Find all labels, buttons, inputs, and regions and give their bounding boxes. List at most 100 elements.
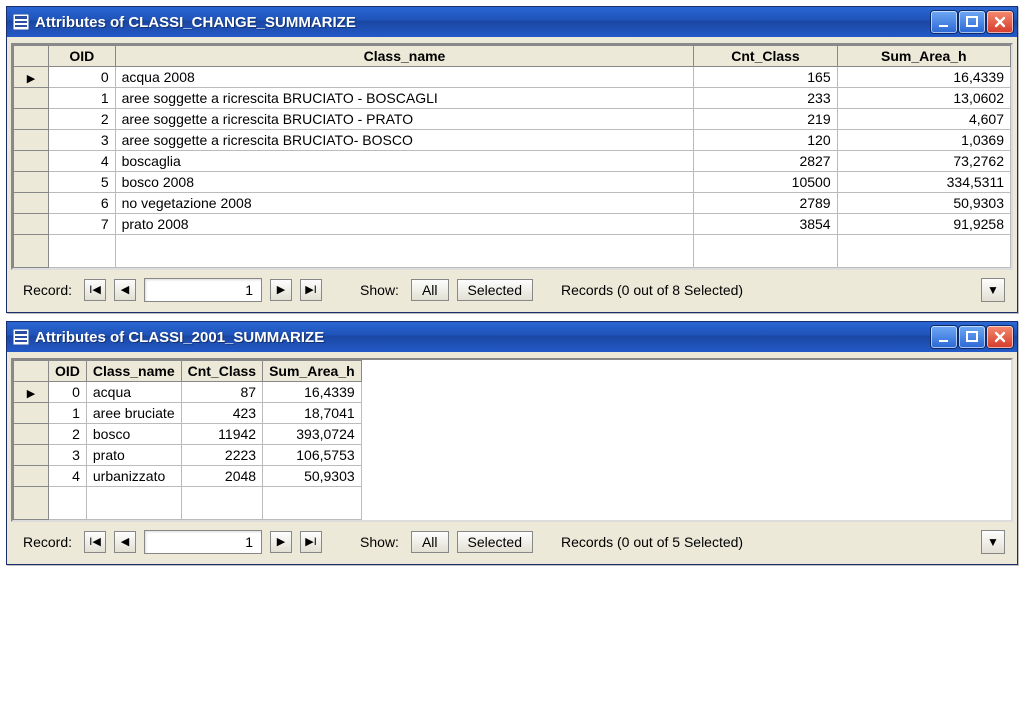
column-header[interactable]: Sum_Area_h: [837, 46, 1010, 67]
table-row[interactable]: 1aree bruciate42318,7041: [14, 403, 362, 424]
cell-class-name[interactable]: acqua 2008: [115, 67, 694, 88]
cell-class-name[interactable]: bosco 2008: [115, 172, 694, 193]
table-row[interactable]: 4boscaglia282773,2762: [14, 151, 1011, 172]
cell-class-name[interactable]: no vegetazione 2008: [115, 193, 694, 214]
cell-class-name[interactable]: boscaglia: [115, 151, 694, 172]
row-selector[interactable]: [14, 214, 49, 235]
cell-oid[interactable]: 3: [49, 130, 116, 151]
cell-cnt-class[interactable]: 3854: [694, 214, 837, 235]
table-row[interactable]: 5bosco 200810500334,5311: [14, 172, 1011, 193]
cell-oid[interactable]: 2: [49, 424, 87, 445]
cell-sum-area[interactable]: 106,5753: [263, 445, 362, 466]
cell-oid[interactable]: 0: [49, 67, 116, 88]
table-row[interactable]: 3aree soggette a ricrescita BRUCIATO- BO…: [14, 130, 1011, 151]
next-record-button[interactable]: ▶: [270, 531, 292, 553]
show-all-button[interactable]: All: [411, 531, 449, 553]
row-selector[interactable]: [14, 88, 49, 109]
cell-oid[interactable]: 5: [49, 172, 116, 193]
cell-cnt-class[interactable]: 219: [694, 109, 837, 130]
table-row[interactable]: 4urbanizzato204850,9303: [14, 466, 362, 487]
cell-sum-area[interactable]: 18,7041: [263, 403, 362, 424]
cell-cnt-class[interactable]: 2048: [181, 466, 262, 487]
last-record-button[interactable]: ▶I: [300, 531, 322, 553]
cell-cnt-class[interactable]: 233: [694, 88, 837, 109]
cell-sum-area[interactable]: 16,4339: [263, 382, 362, 403]
cell-cnt-class[interactable]: 165: [694, 67, 837, 88]
cell-sum-area[interactable]: 16,4339: [837, 67, 1010, 88]
prev-record-button[interactable]: ◀: [114, 279, 136, 301]
cell-cnt-class[interactable]: 10500: [694, 172, 837, 193]
first-record-button[interactable]: I◀: [84, 279, 106, 301]
record-number-input[interactable]: [144, 530, 262, 554]
row-selector[interactable]: [14, 67, 49, 88]
column-header[interactable]: Class_name: [86, 361, 181, 382]
column-header[interactable]: Sum_Area_h: [263, 361, 362, 382]
cell-sum-area[interactable]: 50,9303: [263, 466, 362, 487]
record-number-input[interactable]: [144, 278, 262, 302]
cell-class-name[interactable]: aree soggette a ricrescita BRUCIATO - PR…: [115, 109, 694, 130]
column-header[interactable]: Class_name: [115, 46, 694, 67]
cell-sum-area[interactable]: 91,9258: [837, 214, 1010, 235]
row-selector[interactable]: [14, 403, 49, 424]
cell-oid[interactable]: 6: [49, 193, 116, 214]
cell-sum-area[interactable]: 50,9303: [837, 193, 1010, 214]
cell-sum-area[interactable]: 4,607: [837, 109, 1010, 130]
cell-oid[interactable]: 4: [49, 466, 87, 487]
row-selector-header[interactable]: [14, 361, 49, 382]
row-selector[interactable]: [14, 172, 49, 193]
table-row[interactable]: 6no vegetazione 2008278950,9303: [14, 193, 1011, 214]
show-selected-button[interactable]: Selected: [457, 279, 533, 301]
table-row[interactable]: 3prato2223106,5753: [14, 445, 362, 466]
table-row[interactable]: 2bosco11942393,0724: [14, 424, 362, 445]
close-button[interactable]: [987, 326, 1013, 348]
close-button[interactable]: [987, 11, 1013, 33]
cell-sum-area[interactable]: 334,5311: [837, 172, 1010, 193]
attribute-table[interactable]: OIDClass_nameCnt_ClassSum_Area_h0acqua 2…: [13, 45, 1011, 268]
prev-record-button[interactable]: ◀: [114, 531, 136, 553]
cell-cnt-class[interactable]: 11942: [181, 424, 262, 445]
show-selected-button[interactable]: Selected: [457, 531, 533, 553]
options-dropdown-button[interactable]: ▼: [981, 278, 1005, 302]
row-selector[interactable]: [14, 109, 49, 130]
cell-class-name[interactable]: aree soggette a ricrescita BRUCIATO - BO…: [115, 88, 694, 109]
column-header[interactable]: Cnt_Class: [694, 46, 837, 67]
attribute-table[interactable]: OIDClass_nameCnt_ClassSum_Area_h0acqua87…: [13, 360, 362, 520]
cell-sum-area[interactable]: 13,0602: [837, 88, 1010, 109]
column-header[interactable]: OID: [49, 46, 116, 67]
titlebar[interactable]: Attributes of CLASSI_CHANGE_SUMMARIZE: [7, 7, 1017, 37]
cell-sum-area[interactable]: 1,0369: [837, 130, 1010, 151]
cell-oid[interactable]: 1: [49, 403, 87, 424]
titlebar[interactable]: Attributes of CLASSI_2001_SUMMARIZE: [7, 322, 1017, 352]
table-row[interactable]: 2aree soggette a ricrescita BRUCIATO - P…: [14, 109, 1011, 130]
cell-cnt-class[interactable]: 2827: [694, 151, 837, 172]
row-selector[interactable]: [14, 445, 49, 466]
cell-cnt-class[interactable]: 2789: [694, 193, 837, 214]
show-all-button[interactable]: All: [411, 279, 449, 301]
maximize-button[interactable]: [959, 11, 985, 33]
table-row[interactable]: 0acqua8716,4339: [14, 382, 362, 403]
cell-sum-area[interactable]: 393,0724: [263, 424, 362, 445]
cell-class-name[interactable]: acqua: [86, 382, 181, 403]
options-dropdown-button[interactable]: ▼: [981, 530, 1005, 554]
first-record-button[interactable]: I◀: [84, 531, 106, 553]
cell-oid[interactable]: 0: [49, 382, 87, 403]
column-header[interactable]: Cnt_Class: [181, 361, 262, 382]
cell-class-name[interactable]: prato 2008: [115, 214, 694, 235]
row-selector[interactable]: [14, 466, 49, 487]
cell-sum-area[interactable]: 73,2762: [837, 151, 1010, 172]
cell-class-name[interactable]: aree soggette a ricrescita BRUCIATO- BOS…: [115, 130, 694, 151]
table-row[interactable]: 0acqua 200816516,4339: [14, 67, 1011, 88]
maximize-button[interactable]: [959, 326, 985, 348]
last-record-button[interactable]: ▶I: [300, 279, 322, 301]
row-selector[interactable]: [14, 151, 49, 172]
cell-oid[interactable]: 7: [49, 214, 116, 235]
table-row[interactable]: 7prato 2008385491,9258: [14, 214, 1011, 235]
minimize-button[interactable]: [931, 326, 957, 348]
cell-oid[interactable]: 2: [49, 109, 116, 130]
cell-oid[interactable]: 3: [49, 445, 87, 466]
row-selector[interactable]: [14, 130, 49, 151]
cell-cnt-class[interactable]: 423: [181, 403, 262, 424]
cell-cnt-class[interactable]: 87: [181, 382, 262, 403]
cell-cnt-class[interactable]: 120: [694, 130, 837, 151]
cell-oid[interactable]: 4: [49, 151, 116, 172]
